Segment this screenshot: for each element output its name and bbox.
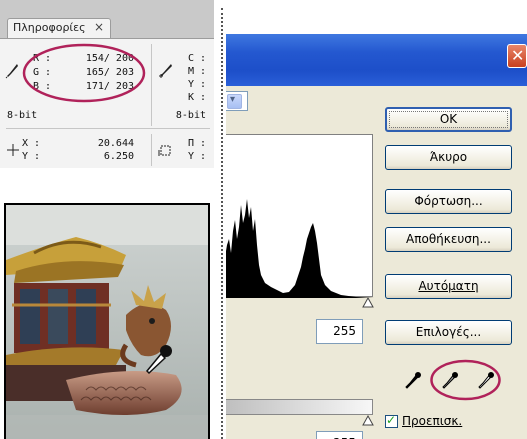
eyedropper-plus-icon: [159, 64, 172, 78]
output-levels-gradient: [226, 399, 373, 415]
save-label: Αποθήκευση...: [406, 232, 491, 246]
auto-label: Αυτόματη: [418, 279, 479, 293]
black-point-eyedropper-icon[interactable]: [403, 370, 423, 392]
load-button[interactable]: Φόρτωση...: [385, 189, 512, 214]
chevron-down-icon[interactable]: ▾: [227, 94, 242, 109]
m-label: M :: [187, 66, 206, 77]
eyedropper-icon: [5, 64, 18, 79]
x-value: 20.644: [97, 138, 134, 149]
input-white-field[interactable]: 255: [316, 319, 363, 344]
y-label: Y :: [187, 79, 206, 90]
channel-select[interactable]: ▾: [226, 91, 248, 111]
output-white-field[interactable]: 255: [316, 431, 363, 439]
preview-label: Προεπισκ.: [402, 414, 463, 428]
rgb-highlight-ellipse: [22, 43, 146, 103]
histogram-graph: [226, 199, 374, 298]
output-white-slider[interactable]: [362, 415, 374, 427]
k-label: K :: [187, 92, 206, 103]
ok-focus-ring: [389, 111, 508, 128]
tab-info-label: Πληροφορίες: [13, 21, 86, 34]
tab-info[interactable]: Πληροφορίες ×: [7, 18, 111, 38]
close-button[interactable]: ✕: [507, 44, 527, 68]
info-divider-vertical: [151, 44, 152, 126]
ok-button[interactable]: OK: [385, 107, 512, 132]
width-label: Π :: [187, 138, 206, 149]
c-label: C :: [187, 53, 206, 64]
options-button[interactable]: Επιλογές...: [385, 320, 512, 345]
dragon-boat-photo: [4, 203, 210, 439]
cancel-button[interactable]: Άκυρο: [385, 145, 512, 170]
crosshair-icon: [7, 144, 19, 156]
auto-button[interactable]: Αυτόματη: [385, 274, 512, 299]
close-icon: ✕: [511, 46, 525, 65]
y-coord-label: Y :: [22, 151, 41, 162]
levels-dialog: ✕ ▾ 255 255 OK Άκυρο Φόρτωση... Αποθήκευ…: [226, 34, 527, 439]
height-label: Υ :: [187, 151, 206, 162]
bit-depth-right: 8-bit: [175, 110, 206, 121]
y-coord-value: 6.250: [103, 151, 134, 162]
histogram: [226, 134, 374, 298]
selection-size-icon: [158, 145, 171, 156]
eyedropper-highlight-ellipse: [430, 359, 501, 401]
info-divider-horizontal: [6, 128, 210, 129]
load-label: Φόρτωση...: [414, 194, 483, 208]
save-button[interactable]: Αποθήκευση...: [385, 227, 512, 252]
info-panel: Πληροφορίες × R : G : B : 154/ 200 165/ …: [0, 0, 214, 168]
input-white-slider[interactable]: [362, 297, 374, 309]
tab-close-icon[interactable]: ×: [94, 20, 104, 34]
preview-checkbox[interactable]: ✓: [385, 413, 398, 428]
info-divider-vertical-lower: [151, 134, 152, 166]
options-label: Επιλογές...: [415, 325, 482, 339]
dotted-divider: [221, 8, 223, 439]
chevron-down-glyph: ▾: [230, 94, 236, 105]
checkmark-icon: ✓: [386, 413, 397, 427]
x-label: X :: [22, 138, 41, 149]
bit-depth-left: 8-bit: [7, 110, 38, 121]
dialog-titlebar[interactable]: [226, 34, 527, 86]
cancel-label: Άκυρο: [429, 150, 468, 164]
